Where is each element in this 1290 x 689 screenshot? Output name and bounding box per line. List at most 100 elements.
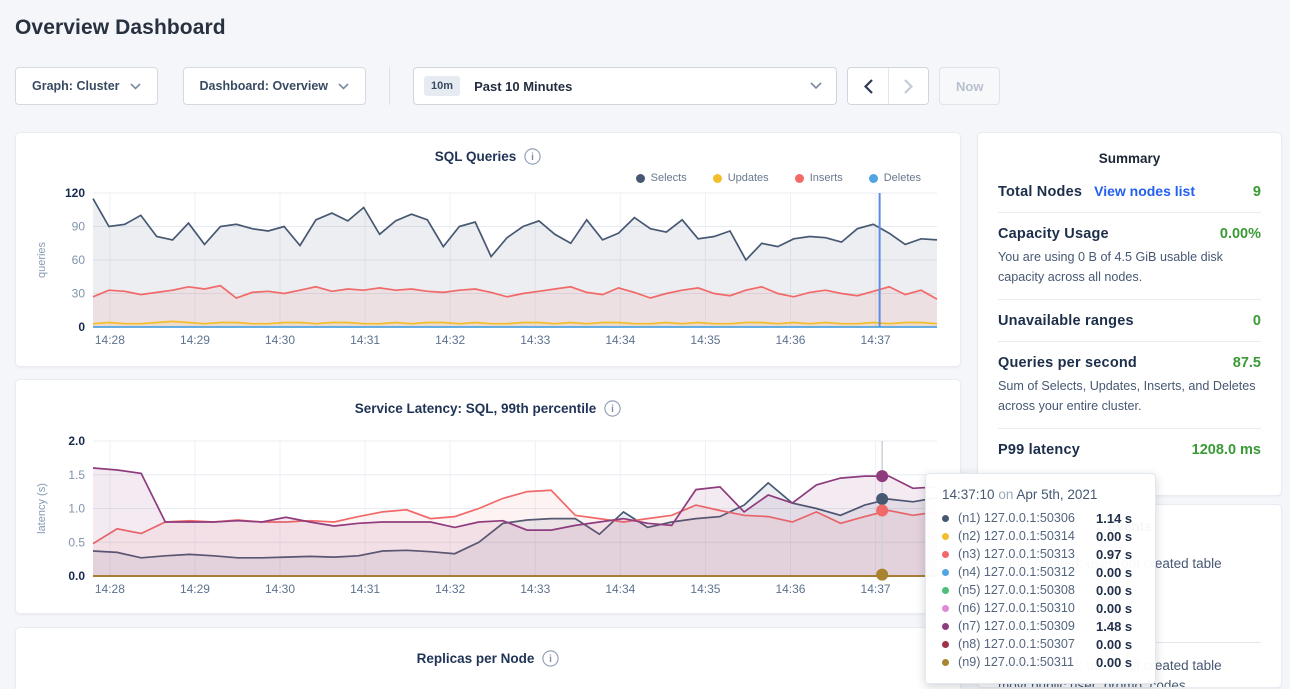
svg-text:14:34: 14:34 <box>605 582 635 596</box>
summary-row: Unavailable ranges0 <box>998 300 1261 342</box>
svg-text:14:33: 14:33 <box>520 333 550 347</box>
time-range-label: Past 10 Minutes <box>474 79 572 94</box>
series-dot-icon <box>942 659 949 666</box>
controls-bar: Graph: Cluster Dashboard: Overview 10m P… <box>15 67 1275 105</box>
summary-panel: Summary Total Nodes View nodes list 9 Capac… <box>977 132 1282 496</box>
svg-text:14:36: 14:36 <box>775 582 805 596</box>
legend-dot-icon <box>713 174 722 183</box>
summary-description: Sum of Selects, Updates, Inserts, and De… <box>998 377 1261 416</box>
svg-text:14:30: 14:30 <box>265 333 295 347</box>
tooltip-node-row: (n7) 127.0.0.1:503091.48 s <box>942 617 1141 635</box>
legend-item-inserts[interactable]: Inserts <box>795 169 843 187</box>
info-icon[interactable]: i <box>604 400 621 417</box>
svg-text:0: 0 <box>78 320 85 334</box>
summary-value: 1208.0 ms <box>1192 442 1261 458</box>
legend-item-deletes[interactable]: Deletes <box>869 169 921 187</box>
view-nodes-link[interactable]: View nodes list <box>1094 183 1195 199</box>
legend-item-updates[interactable]: Updates <box>713 169 769 187</box>
now-button[interactable]: Now <box>939 67 1000 105</box>
tooltip-node-value: 1.48 s <box>1096 619 1132 634</box>
svg-text:i: i <box>531 152 534 163</box>
svg-text:i: i <box>550 654 553 665</box>
series-dot-icon <box>942 623 949 630</box>
svg-text:i: i <box>611 404 614 415</box>
svg-text:2.0: 2.0 <box>68 434 85 448</box>
summary-value: 87.5 <box>1233 355 1261 371</box>
summary-description: You are using 0 B of 4.5 GiB usable disk… <box>998 248 1261 287</box>
svg-text:14:37: 14:37 <box>861 582 891 596</box>
dashboard-dropdown[interactable]: Dashboard: Overview <box>183 67 367 105</box>
legend-item-selects[interactable]: Selects <box>636 169 687 187</box>
svg-text:14:31: 14:31 <box>350 582 380 596</box>
tooltip-timestamp: 14:37:10 on Apr 5th, 2021 <box>942 487 1141 502</box>
latency-chart[interactable]: 14:2814:2914:3014:3114:3214:3314:3414:35… <box>29 423 949 603</box>
svg-text:14:29: 14:29 <box>180 333 210 347</box>
tooltip-node-address: (n5) 127.0.0.1:50308 <box>958 583 1096 597</box>
sql-queries-card: SQL Queries i Selects Updates Inserts Delet… <box>15 132 961 367</box>
tooltip-node-row: (n9) 127.0.0.1:503110.00 s <box>942 653 1141 671</box>
svg-text:0.0: 0.0 <box>68 569 85 583</box>
tooltip-node-value: 0.00 s <box>1096 529 1132 544</box>
summary-title: Summary <box>998 151 1261 166</box>
sql-legend: Selects Updates Inserts Deletes <box>29 169 921 187</box>
series-dot-icon <box>942 551 949 558</box>
chevron-down-icon <box>810 82 822 90</box>
chevron-down-icon <box>130 83 141 90</box>
svg-text:14:30: 14:30 <box>265 582 295 596</box>
summary-value: 9 <box>1253 184 1261 200</box>
legend-dot-icon <box>869 174 878 183</box>
tooltip-node-value: 0.97 s <box>1096 547 1132 562</box>
series-dot-icon <box>942 605 949 612</box>
charts-column: SQL Queries i Selects Updates Inserts Delet… <box>15 132 961 689</box>
svg-text:30: 30 <box>72 287 86 301</box>
chart-hover-tooltip: 14:37:10 on Apr 5th, 2021 (n1) 127.0.0.1… <box>925 473 1156 684</box>
svg-text:14:29: 14:29 <box>180 582 210 596</box>
tooltip-node-row: (n3) 127.0.0.1:503130.97 s <box>942 545 1141 563</box>
series-dot-icon <box>942 587 949 594</box>
svg-text:60: 60 <box>72 253 86 267</box>
summary-label: P99 latency <box>998 442 1080 458</box>
tooltip-node-value: 0.00 s <box>1096 655 1132 670</box>
info-icon[interactable]: i <box>542 650 559 667</box>
summary-value: 0.00% <box>1220 226 1261 242</box>
svg-text:14:36: 14:36 <box>775 333 805 347</box>
summary-label: Unavailable ranges <box>998 313 1134 329</box>
replicas-card: Replicas per Node i <box>15 627 961 689</box>
summary-rows: Total Nodes View nodes list 9 Capacity Usag… <box>998 170 1261 470</box>
legend-dot-icon <box>795 174 804 183</box>
summary-row: Capacity Usage 0.00% You are using 0 B of … <box>998 213 1261 300</box>
summary-row: P99 latency 1208.0 ms <box>998 429 1261 470</box>
tooltip-node-value: 1.14 s <box>1096 511 1132 526</box>
graph-dropdown[interactable]: Graph: Cluster <box>15 67 158 105</box>
series-dot-icon <box>942 569 949 576</box>
tooltip-rows: (n1) 127.0.0.1:503061.14 s(n2) 127.0.0.1… <box>942 509 1141 671</box>
tooltip-node-address: (n1) 127.0.0.1:50306 <box>958 511 1096 525</box>
svg-text:queries: queries <box>36 241 48 278</box>
time-next-button[interactable] <box>888 68 928 104</box>
summary-label: Capacity Usage <box>998 226 1109 242</box>
tooltip-node-row: (n5) 127.0.0.1:503080.00 s <box>942 581 1141 599</box>
summary-row: Total Nodes View nodes list 9 <box>998 170 1261 213</box>
sql-queries-chart[interactable]: 14:2814:2914:3014:3114:3214:3314:3414:35… <box>29 187 949 349</box>
tooltip-node-row: (n2) 127.0.0.1:503140.00 s <box>942 527 1141 545</box>
tooltip-node-row: (n4) 127.0.0.1:503120.00 s <box>942 563 1141 581</box>
time-range-selector[interactable]: 10m Past 10 Minutes <box>413 67 837 105</box>
svg-text:1.0: 1.0 <box>68 502 85 516</box>
svg-text:0.5: 0.5 <box>68 535 85 549</box>
svg-text:14:28: 14:28 <box>95 333 125 347</box>
time-range-badge: 10m <box>424 76 460 96</box>
replicas-title-row: Replicas per Node i <box>29 640 947 667</box>
chevron-left-icon <box>864 79 873 94</box>
time-prev-button[interactable] <box>848 68 888 104</box>
tooltip-node-address: (n8) 127.0.0.1:50307 <box>958 637 1096 651</box>
svg-text:latency (s): latency (s) <box>36 483 48 534</box>
info-icon[interactable]: i <box>524 148 541 165</box>
dashboard-dropdown-label: Dashboard: Overview <box>200 79 329 93</box>
summary-label: Total Nodes <box>998 184 1082 200</box>
svg-text:14:32: 14:32 <box>435 582 465 596</box>
sql-queries-title: SQL Queries <box>435 149 517 164</box>
svg-text:14:28: 14:28 <box>95 582 125 596</box>
summary-row: Queries per second87.5Sum of Selects, Up… <box>998 342 1261 429</box>
series-dot-icon <box>942 515 949 522</box>
graph-dropdown-label: Graph: Cluster <box>32 79 120 93</box>
